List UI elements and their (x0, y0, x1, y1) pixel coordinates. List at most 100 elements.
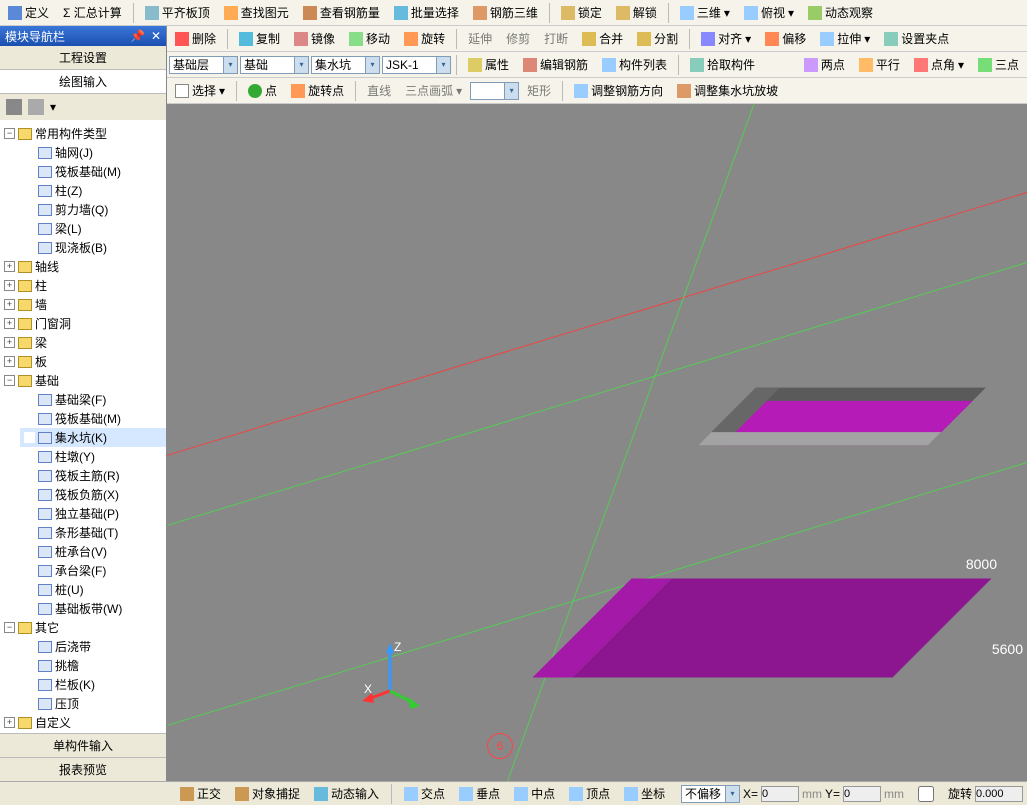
select-button[interactable]: 选择▾ (169, 79, 231, 102)
copy-button[interactable]: 复制 (233, 27, 286, 50)
tree-grp-foundation[interactable]: 基础 (35, 372, 59, 389)
tree-axis-grid[interactable]: 轴网(J) (55, 144, 93, 161)
orbit-button[interactable]: 动态观察 (802, 1, 879, 24)
tree-castslab[interactable]: 现浇板(B) (55, 239, 107, 256)
tree-f-raftmain[interactable]: 筏板主筋(R) (55, 467, 120, 484)
three-points-button[interactable]: 三点 (972, 53, 1025, 76)
expander[interactable]: + (4, 356, 15, 367)
mirror-button[interactable]: 镜像 (288, 27, 341, 50)
expander[interactable]: + (4, 318, 15, 329)
offset-mode-dropdown[interactable]: 不偏移▾ (681, 785, 740, 803)
expander[interactable]: − (4, 375, 15, 386)
tree-f-sump[interactable]: 集水坑(K) (55, 429, 107, 446)
edit-rebar-button[interactable]: 编辑钢筋 (517, 53, 594, 76)
rebar-3d-button[interactable]: 钢筋三维 (467, 1, 544, 24)
attributes-button[interactable]: 属性 (462, 53, 515, 76)
setgrip-button[interactable]: 设置夹点 (878, 27, 955, 50)
pin-icon[interactable]: 📌 (130, 29, 145, 43)
tree-grp-opening[interactable]: 门窗洞 (35, 315, 71, 332)
perpendicular-snap[interactable]: 垂点 (454, 783, 505, 804)
stretch-button[interactable]: 拉伸▾ (814, 27, 876, 50)
expander[interactable]: − (4, 622, 15, 633)
tree-f-raftneg[interactable]: 筏板负筋(X) (55, 486, 119, 503)
parallel-button[interactable]: 平行 (853, 53, 906, 76)
point-angle-button[interactable]: 点角▾ (908, 53, 970, 76)
rotate-button[interactable]: 旋转 (398, 27, 451, 50)
rect-button[interactable]: 矩形 (521, 79, 557, 102)
hammer-icon[interactable] (28, 99, 44, 115)
tree-column[interactable]: 柱(Z) (55, 182, 82, 199)
3d-canvas[interactable]: 8000 5600 6 Z X (167, 26, 1027, 781)
batch-select-button[interactable]: 批量选择 (388, 1, 465, 24)
rotate-checkbox[interactable] (907, 786, 945, 802)
expander[interactable]: + (4, 717, 15, 728)
midpoint-snap[interactable]: 中点 (509, 783, 560, 804)
expander[interactable]: + (4, 299, 15, 310)
expander[interactable]: + (4, 261, 15, 272)
align-button[interactable]: 对齐▾ (695, 27, 757, 50)
adjust-rebar-dir-button[interactable]: 调整钢筋方向 (568, 79, 669, 102)
tree-f-slabband[interactable]: 基础板带(W) (55, 600, 122, 617)
3d-view-button[interactable]: 三维▾ (674, 1, 736, 24)
type-dropdown[interactable]: 基础▾ (240, 56, 309, 74)
tree-o-coping[interactable]: 压顶 (55, 695, 79, 712)
subtype-dropdown[interactable]: 集水坑▾ (311, 56, 380, 74)
trim-button[interactable]: 修剪 (500, 27, 536, 50)
tree-root[interactable]: 常用构件类型 (35, 125, 107, 142)
define-button[interactable]: 定义 (2, 1, 55, 24)
expander[interactable]: − (4, 128, 15, 139)
tree-shearwall[interactable]: 剪力墙(Q) (55, 201, 108, 218)
tree-grp-custom[interactable]: 自定义 (35, 714, 71, 731)
tree-raft[interactable]: 筏板基础(M) (55, 163, 121, 180)
offset-button[interactable]: 偏移 (759, 27, 812, 50)
intersection-snap[interactable]: 交点 (399, 783, 450, 804)
tree-f-cap[interactable]: 桩承台(V) (55, 543, 107, 560)
tree-o-parapet[interactable]: 栏板(K) (55, 676, 95, 693)
tree-f-indep[interactable]: 独立基础(P) (55, 505, 119, 522)
move-button[interactable]: 移动 (343, 27, 396, 50)
top-view-button[interactable]: 俯视▾ (738, 1, 800, 24)
tab-report-preview[interactable]: 报表预览 (0, 757, 166, 781)
arc3-button[interactable]: 三点画弧▾ (399, 79, 468, 102)
tab-engineering[interactable]: 工程设置 (0, 46, 166, 70)
tab-draw-input[interactable]: 绘图输入 (0, 70, 166, 94)
tree-f-pier[interactable]: 柱墩(Y) (55, 448, 95, 465)
tab-single-input[interactable]: 单构件输入 (0, 733, 166, 757)
dyn-input-toggle[interactable]: 动态输入 (309, 783, 384, 804)
two-points-button[interactable]: 两点 (798, 53, 851, 76)
align-slab-top-button[interactable]: 平齐板顶 (139, 1, 216, 24)
line-button[interactable]: 直线 (361, 79, 397, 102)
unlock-button[interactable]: 解锁 (610, 1, 663, 24)
ortho-toggle[interactable]: 正交 (175, 783, 226, 804)
view-rebar-button[interactable]: 查看钢筋量 (297, 1, 386, 24)
name-dropdown[interactable]: JSK-1▾ (382, 56, 451, 74)
tree-grp-column[interactable]: 柱 (35, 277, 47, 294)
tree-o-canopy[interactable]: 挑檐 (55, 657, 79, 674)
component-list-button[interactable]: 构件列表 (596, 53, 673, 76)
tree-grp-axis[interactable]: 轴线 (35, 258, 59, 275)
expander[interactable]: + (4, 337, 15, 348)
tree-beam[interactable]: 梁(L) (55, 220, 82, 237)
tree-grp-wall[interactable]: 墙 (35, 296, 47, 313)
rotate-input[interactable] (975, 786, 1023, 802)
adjust-pit-slope-button[interactable]: 调整集水坑放坡 (671, 79, 784, 102)
split-button[interactable]: 分割 (631, 27, 684, 50)
osnap-toggle[interactable]: 对象捕捉 (230, 783, 305, 804)
tree-grp-other[interactable]: 其它 (35, 619, 59, 636)
coord-snap[interactable]: 坐标 (619, 783, 670, 804)
sum-calc-button[interactable]: Σ 汇总计算 (57, 1, 128, 24)
rotate-point-button[interactable]: 旋转点 (285, 79, 350, 102)
close-icon[interactable]: ✕ (151, 29, 161, 43)
pick-component-button[interactable]: 拾取构件 (684, 53, 761, 76)
merge-button[interactable]: 合并 (576, 27, 629, 50)
layer-dropdown[interactable]: 基础层▾ (169, 56, 238, 74)
expander[interactable]: + (4, 280, 15, 291)
apex-snap[interactable]: 顶点 (564, 783, 615, 804)
tree-o-postpour[interactable]: 后浇带 (55, 638, 91, 655)
tree-f-strip[interactable]: 条形基础(T) (55, 524, 118, 541)
tree-f-raft[interactable]: 筏板基础(M) (55, 410, 121, 427)
x-input[interactable] (761, 786, 799, 802)
viewport[interactable]: 删除 复制 镜像 移动 旋转 延伸 修剪 打断 合并 分割 对齐▾ 偏移 拉伸▾… (167, 26, 1027, 781)
tree-f-capbeam[interactable]: 承台梁(F) (55, 562, 106, 579)
tree-f-beam[interactable]: 基础梁(F) (55, 391, 106, 408)
